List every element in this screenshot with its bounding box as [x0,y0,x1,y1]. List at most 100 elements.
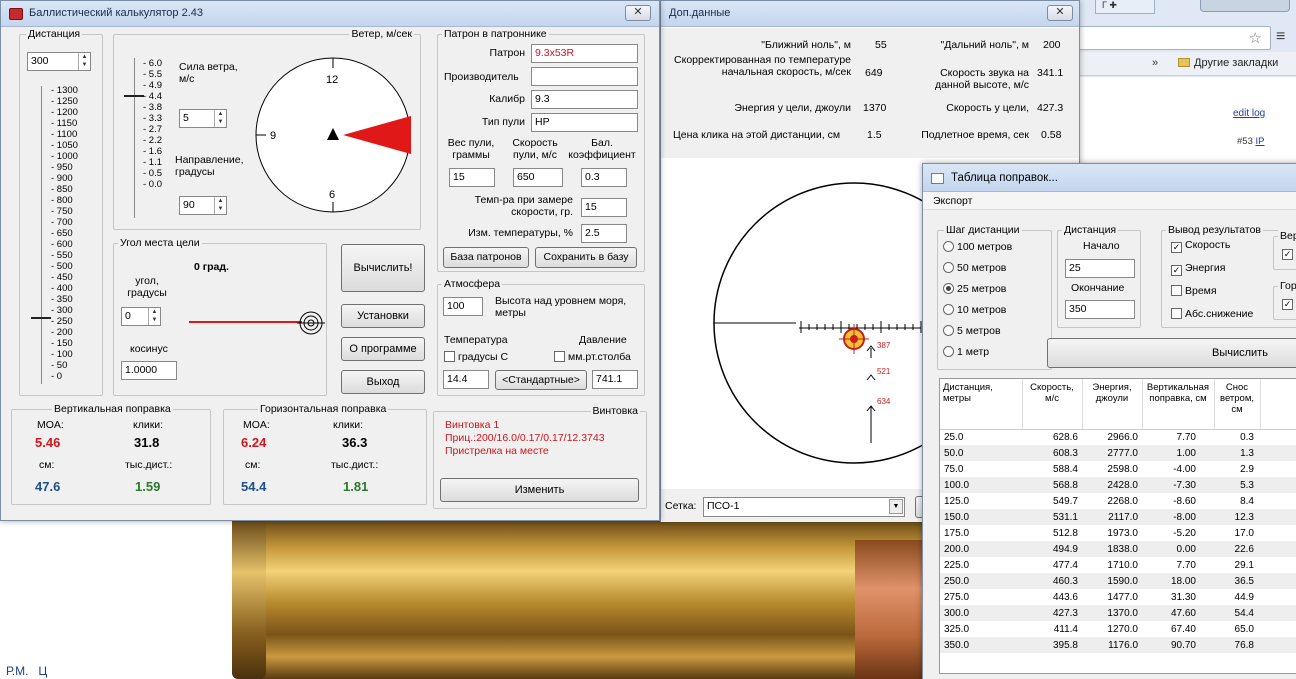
celsius-checkbox[interactable]: градусы С [444,351,508,363]
checkbox-icon[interactable] [1171,308,1182,319]
bullet-type-input[interactable]: HP [531,113,638,132]
table-row[interactable]: 225.0 477.4 1710.0 7.70 29.1 [940,557,1296,573]
other-bookmarks[interactable]: Другие закладки [1178,57,1278,69]
about-button[interactable]: О программе [341,337,425,361]
cartridge-db-button[interactable]: База патронов [443,247,529,268]
table-row[interactable]: 50.0 608.3 2777.0 1.00 1.3 [940,445,1296,461]
cartridge-name-label: Патрон [489,47,525,59]
calculate-button[interactable]: Вычислить! [341,244,425,292]
header-distance[interactable]: Дистанция, метры [940,379,1023,430]
table-cell-empty [1260,589,1296,605]
bullet-weight-input[interactable]: 15 [449,168,495,187]
distance-input[interactable]: 300 ▲ ▼ [27,52,91,71]
table-row[interactable]: 250.0 460.3 1590.0 18.00 36.5 [940,573,1296,589]
measure-temp-input[interactable]: 15 [581,198,627,217]
radio-icon[interactable] [943,346,954,357]
angle-spinner[interactable]: ▲ ▼ [148,308,160,325]
extra-close-button[interactable]: ✕ [1047,5,1073,21]
wind-clock[interactable]: 12 9 6 3 [251,56,415,220]
exit-button[interactable]: Выход [341,370,425,394]
vertical-moa-value: 5.46 [35,435,61,450]
bc-input[interactable]: 0.3 [581,168,627,187]
distance-spinner[interactable]: ▲ ▼ [78,53,90,70]
table-row[interactable]: 150.0 531.1 2117.0 -8.00 12.3 [940,509,1296,525]
header-vertical[interactable]: Вертикальная поправка, см [1142,379,1215,430]
step-option-100[interactable]: 100 метров [943,241,1012,262]
mmhg-checkbox[interactable]: мм.рт.столба [554,351,631,363]
table-row[interactable]: 350.0 395.8 1176.0 90.70 76.8 [940,637,1296,653]
pressure-input[interactable]: 741.1 [592,370,638,389]
table-row[interactable]: 125.0 549.7 2268.0 -8.60 8.4 [940,493,1296,509]
table-calculate-button[interactable]: Вычислить [1047,338,1296,368]
caliber-input[interactable]: 9.3 [531,90,638,109]
table-row[interactable]: 100.0 568.8 2428.0 -7.30 5.3 [940,477,1296,493]
main-close-button[interactable]: ✕ [625,5,651,21]
reticle-select[interactable]: ПСО-1 ▼ [703,497,905,517]
radio-icon[interactable] [943,241,954,252]
output-energy-checkbox[interactable]: ✓ Энергия [1171,262,1253,285]
bullet-speed-input[interactable]: 650 [513,168,563,187]
header-speed[interactable]: Скорость, м/с [1022,379,1083,430]
table-row[interactable]: 175.0 512.8 1973.0 -5.20 17.0 [940,525,1296,541]
export-menu[interactable]: Экспорт [933,195,972,207]
step-option-50[interactable]: 50 метров [943,262,1012,283]
step-option-1[interactable]: 1 метр [943,346,1012,367]
step-option-5[interactable]: 5 метров [943,325,1012,346]
address-bar[interactable]: ☆ [1075,26,1271,50]
output-speed-checkbox[interactable]: ✓ Скорость [1171,239,1253,262]
altitude-input[interactable]: 100 [443,297,483,316]
angle-input[interactable]: 0 ▲ ▼ [121,307,161,326]
distance-slider-thumb[interactable] [31,317,51,319]
cartridge-name-input[interactable]: 9.3x53R [531,44,638,63]
start-input[interactable]: 25 [1065,259,1135,278]
table-row[interactable]: 25.0 628.6 2966.0 7.70 0.3 [940,429,1296,445]
temperature-input[interactable]: 14.4 [443,370,489,389]
temp-change-input[interactable]: 2.5 [581,224,627,243]
wind-slider-track[interactable] [134,58,135,218]
ip-link[interactable]: IP [1256,136,1265,147]
wind-strength-spinner[interactable]: ▲ ▼ [214,110,226,127]
table-row[interactable]: 300.0 427.3 1370.0 47.60 54.4 [940,605,1296,621]
wind-direction-input[interactable]: 90 ▲ ▼ [179,196,227,215]
output-abs-drop-checkbox[interactable]: Абс.снижение [1171,308,1253,331]
distance-slider-track[interactable] [41,86,42,384]
vertical-subgroup-checkbox[interactable]: ✓ [1282,249,1293,260]
settings-button[interactable]: Установки [341,304,425,328]
maker-input[interactable] [531,67,638,86]
end-input[interactable]: 350 [1065,300,1135,319]
header-wind-drift[interactable]: Снос ветром, см [1214,379,1261,430]
edit-log-link[interactable]: edit log [1233,108,1265,119]
pressure-value: 741.1 [596,373,623,385]
table-row[interactable]: 75.0 588.4 2598.0 -4.00 2.9 [940,461,1296,477]
output-time-checkbox[interactable]: Время [1171,285,1253,308]
table-row[interactable]: 275.0 443.6 1477.0 31.30 44.9 [940,589,1296,605]
save-to-db-button[interactable]: Сохранить в базу [535,247,637,268]
step-option-25[interactable]: 25 метров [943,283,1012,304]
wind-strength-input[interactable]: 5 ▲ ▼ [179,109,227,128]
wind-direction-spinner[interactable]: ▲ ▼ [214,197,226,214]
radio-icon[interactable] [943,262,954,273]
mmhg-checkbox-box[interactable] [554,351,565,362]
horizontal-subgroup-checkbox[interactable]: ✓ [1282,299,1293,310]
change-rifle-button[interactable]: Изменить [440,478,639,502]
checkbox-icon[interactable]: ✓ [1171,265,1182,276]
header-energy[interactable]: Энергия, джоули [1082,379,1143,430]
radio-icon[interactable] [943,325,954,336]
radio-icon[interactable] [943,283,954,294]
table-row[interactable]: 325.0 411.4 1270.0 67.40 65.0 [940,621,1296,637]
step-option-10[interactable]: 10 метров [943,304,1012,325]
star-icon[interactable]: ☆ [1249,29,1262,47]
sound-speed-value: 341.1 [1037,67,1064,79]
menu-icon[interactable]: ≡ [1276,28,1285,46]
radio-icon[interactable] [943,304,954,315]
checkbox-icon[interactable] [1171,285,1182,296]
dropdown-arrow-icon[interactable]: ▼ [889,499,903,514]
browser-window-controls[interactable] [1200,0,1290,12]
celsius-checkbox-box[interactable] [444,351,455,362]
bookmarks-chevron[interactable]: » [1152,57,1158,69]
wind-slider-thumb[interactable] [124,95,144,97]
table-row[interactable]: 200.0 494.9 1838.0 0.00 22.6 [940,541,1296,557]
browser-tab[interactable]: Г ✚ [1095,0,1155,14]
checkbox-icon[interactable]: ✓ [1171,242,1182,253]
standard-atmo-button[interactable]: <Стандартные> [495,370,587,390]
